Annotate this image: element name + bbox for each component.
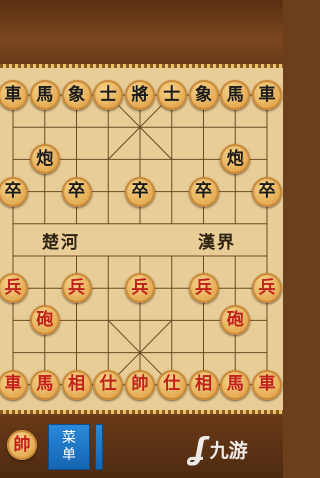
piece-red-23[interactable]: 車 xyxy=(0,369,28,400)
piece-label: 卒 xyxy=(195,181,212,202)
piece-red-31[interactable]: 車 xyxy=(252,369,282,400)
watermark-logo-icon: ʆ xyxy=(190,431,207,467)
piece-label: 兵 xyxy=(131,277,149,298)
piece-black-8[interactable]: 車 xyxy=(252,80,282,110)
piece-label: 卒 xyxy=(131,181,149,202)
piece-label: 士 xyxy=(99,84,117,105)
piece-label: 卒 xyxy=(258,181,276,202)
piece-label: 帥 xyxy=(131,374,149,395)
menu-button-label: 菜单 xyxy=(62,430,76,463)
piece-label: 象 xyxy=(195,84,212,105)
piece-label: 馬 xyxy=(226,374,244,395)
piece-red-21[interactable]: 砲 xyxy=(29,305,60,336)
piece-label: 車 xyxy=(258,84,276,105)
piece-label: 兵 xyxy=(68,277,85,298)
piece-red-26[interactable]: 仕 xyxy=(93,369,124,400)
watermark: ʆ 九游 xyxy=(190,431,248,467)
piece-label: 兵 xyxy=(4,277,22,298)
piece-red-29[interactable]: 相 xyxy=(188,369,219,400)
piece-label: 車 xyxy=(258,374,276,395)
piece-label: 仕 xyxy=(163,374,181,395)
piece-red-20[interactable]: 兵 xyxy=(252,273,282,304)
piece-red-28[interactable]: 仕 xyxy=(156,369,187,400)
toolbar-button-2[interactable] xyxy=(95,424,103,470)
piece-red-17[interactable]: 兵 xyxy=(61,273,92,304)
turn-piece-label: 帥 xyxy=(13,434,31,455)
piece-label: 車 xyxy=(4,84,22,105)
piece-red-27[interactable]: 帥 xyxy=(125,369,155,400)
piece-label: 炮 xyxy=(226,148,244,169)
piece-black-4[interactable]: 將 xyxy=(125,80,155,110)
piece-black-13[interactable]: 卒 xyxy=(125,176,155,207)
menu-button[interactable]: 菜单 xyxy=(48,424,90,470)
river-label-han: 漢界 xyxy=(198,233,236,253)
piece-label: 士 xyxy=(163,84,181,105)
piece-label: 馬 xyxy=(36,84,54,105)
watermark-text: 九游 xyxy=(209,439,248,462)
piece-red-25[interactable]: 相 xyxy=(61,369,92,400)
piece-black-5[interactable]: 士 xyxy=(156,80,187,110)
piece-label: 兵 xyxy=(195,277,212,298)
piece-label: 相 xyxy=(195,374,212,395)
piece-black-11[interactable]: 卒 xyxy=(0,176,28,207)
piece-black-14[interactable]: 卒 xyxy=(188,176,219,207)
current-turn-piece: 帥 xyxy=(7,430,37,460)
piece-red-19[interactable]: 兵 xyxy=(188,273,219,304)
piece-red-24[interactable]: 馬 xyxy=(29,369,60,400)
piece-black-9[interactable]: 炮 xyxy=(29,144,60,175)
piece-red-18[interactable]: 兵 xyxy=(125,273,155,304)
piece-label: 馬 xyxy=(36,374,54,395)
piece-label: 砲 xyxy=(226,309,244,330)
piece-black-12[interactable]: 卒 xyxy=(61,176,92,207)
piece-label: 兵 xyxy=(258,277,276,298)
piece-black-15[interactable]: 卒 xyxy=(252,176,282,207)
piece-label: 將 xyxy=(131,84,149,105)
piece-label: 象 xyxy=(68,84,85,105)
piece-label: 馬 xyxy=(226,84,244,105)
river-label-chu: 楚河 xyxy=(42,233,80,253)
piece-label: 仕 xyxy=(99,374,117,395)
piece-label: 炮 xyxy=(36,148,54,169)
piece-label: 砲 xyxy=(36,309,54,330)
piece-label: 相 xyxy=(68,374,85,395)
piece-label: 卒 xyxy=(4,181,22,202)
piece-label: 車 xyxy=(4,374,22,395)
piece-red-30[interactable]: 馬 xyxy=(220,369,251,400)
piece-black-1[interactable]: 馬 xyxy=(29,80,60,110)
piece-black-6[interactable]: 象 xyxy=(188,80,219,110)
piece-label: 卒 xyxy=(68,181,85,202)
piece-black-2[interactable]: 象 xyxy=(61,80,92,110)
